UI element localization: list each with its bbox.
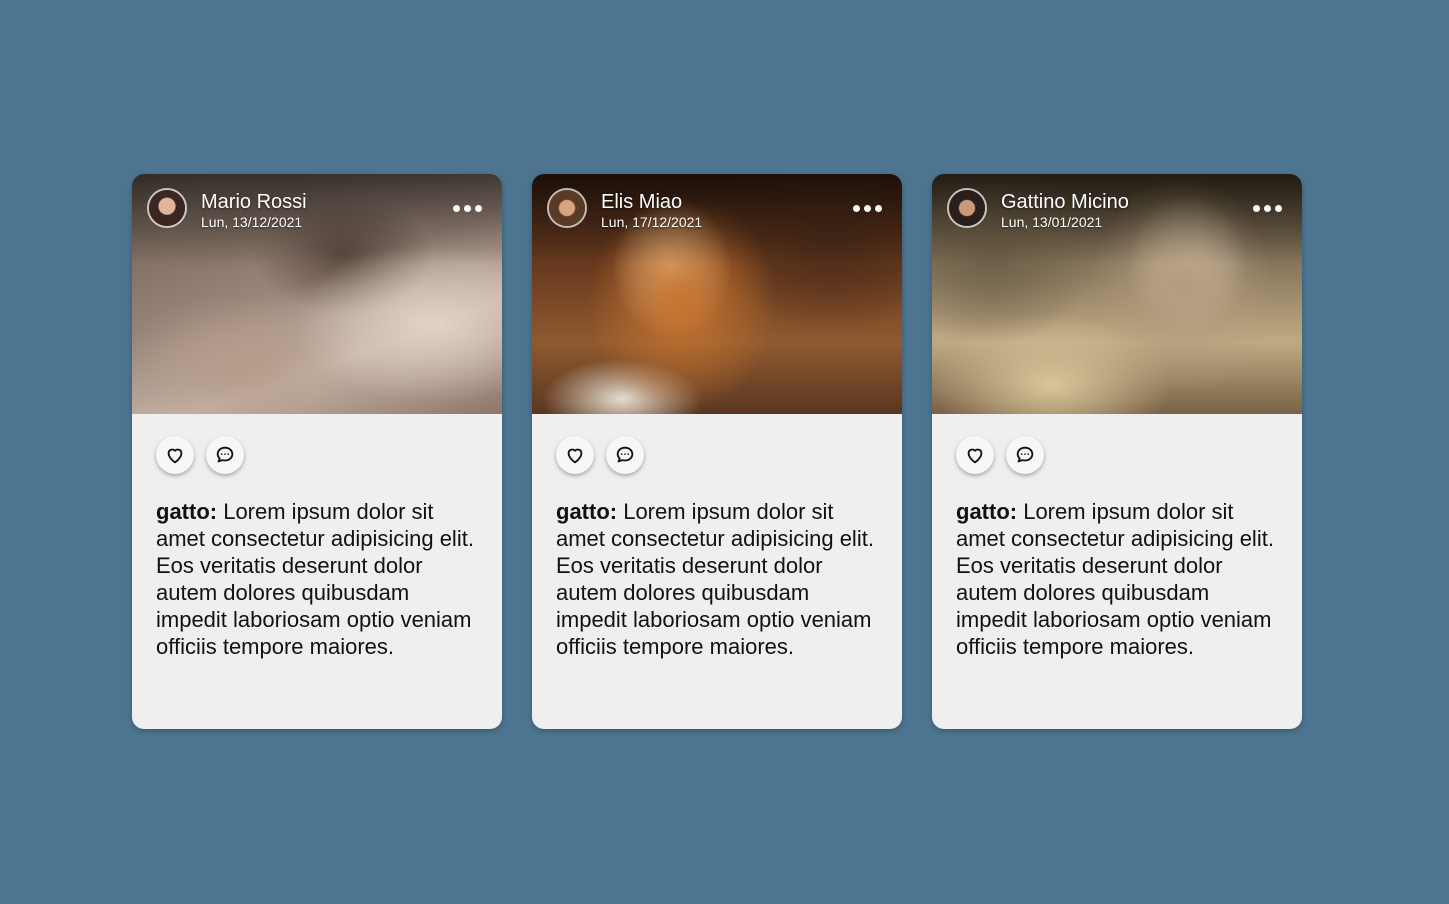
heart-icon [967, 448, 983, 464]
post-card: Gattino Micino Lun, 13/01/2021 gatto: Lo… [932, 174, 1302, 729]
post-actions [556, 436, 644, 474]
author-name[interactable]: Gattino Micino [1001, 190, 1129, 214]
post-photo: Elis Miao Lun, 17/12/2021 [532, 174, 902, 414]
post-actions [156, 436, 244, 474]
post-caption: gatto: Lorem ipsum dolor sit amet consec… [156, 498, 478, 660]
more-options-icon[interactable] [1253, 205, 1282, 212]
avatar[interactable] [947, 188, 987, 228]
user-info: Gattino Micino Lun, 13/01/2021 [1001, 190, 1129, 231]
like-button[interactable] [156, 436, 194, 474]
post-card: Mario Rossi Lun, 13/12/2021 gatto: Lorem… [132, 174, 502, 729]
caption-label: gatto: [156, 499, 218, 524]
post-date: Lun, 13/12/2021 [201, 214, 303, 230]
author-name[interactable]: Mario Rossi [201, 190, 307, 214]
heart-icon [167, 448, 183, 464]
comment-button[interactable] [606, 436, 644, 474]
caption-label: gatto: [956, 499, 1018, 524]
caption-label: gatto: [556, 499, 618, 524]
post-caption: gatto: Lorem ipsum dolor sit amet consec… [556, 498, 878, 660]
post-date: Lun, 13/01/2021 [1001, 214, 1103, 230]
more-options-icon[interactable] [453, 205, 482, 212]
like-button[interactable] [556, 436, 594, 474]
comment-icon [216, 446, 234, 463]
user-info: Mario Rossi Lun, 13/12/2021 [201, 190, 307, 231]
post-header: Elis Miao Lun, 17/12/2021 [547, 188, 702, 231]
post-caption: gatto: Lorem ipsum dolor sit amet consec… [956, 498, 1278, 660]
avatar[interactable] [147, 188, 187, 228]
post-date: Lun, 17/12/2021 [601, 214, 703, 230]
heart-icon [567, 448, 583, 464]
post-list: Mario Rossi Lun, 13/12/2021 gatto: Lorem… [132, 174, 1302, 729]
user-info: Elis Miao Lun, 17/12/2021 [601, 190, 702, 231]
avatar[interactable] [547, 188, 587, 228]
comment-button[interactable] [1006, 436, 1044, 474]
post-actions [956, 436, 1044, 474]
comment-button[interactable] [206, 436, 244, 474]
post-header: Mario Rossi Lun, 13/12/2021 [147, 188, 307, 231]
like-button[interactable] [956, 436, 994, 474]
author-name[interactable]: Elis Miao [601, 190, 702, 214]
post-header: Gattino Micino Lun, 13/01/2021 [947, 188, 1129, 231]
post-card: Elis Miao Lun, 17/12/2021 gatto: Lorem i… [532, 174, 902, 729]
post-photo: Gattino Micino Lun, 13/01/2021 [932, 174, 1302, 414]
comment-icon [1016, 446, 1034, 463]
post-photo: Mario Rossi Lun, 13/12/2021 [132, 174, 502, 414]
comment-icon [616, 446, 634, 463]
more-options-icon[interactable] [853, 205, 882, 212]
